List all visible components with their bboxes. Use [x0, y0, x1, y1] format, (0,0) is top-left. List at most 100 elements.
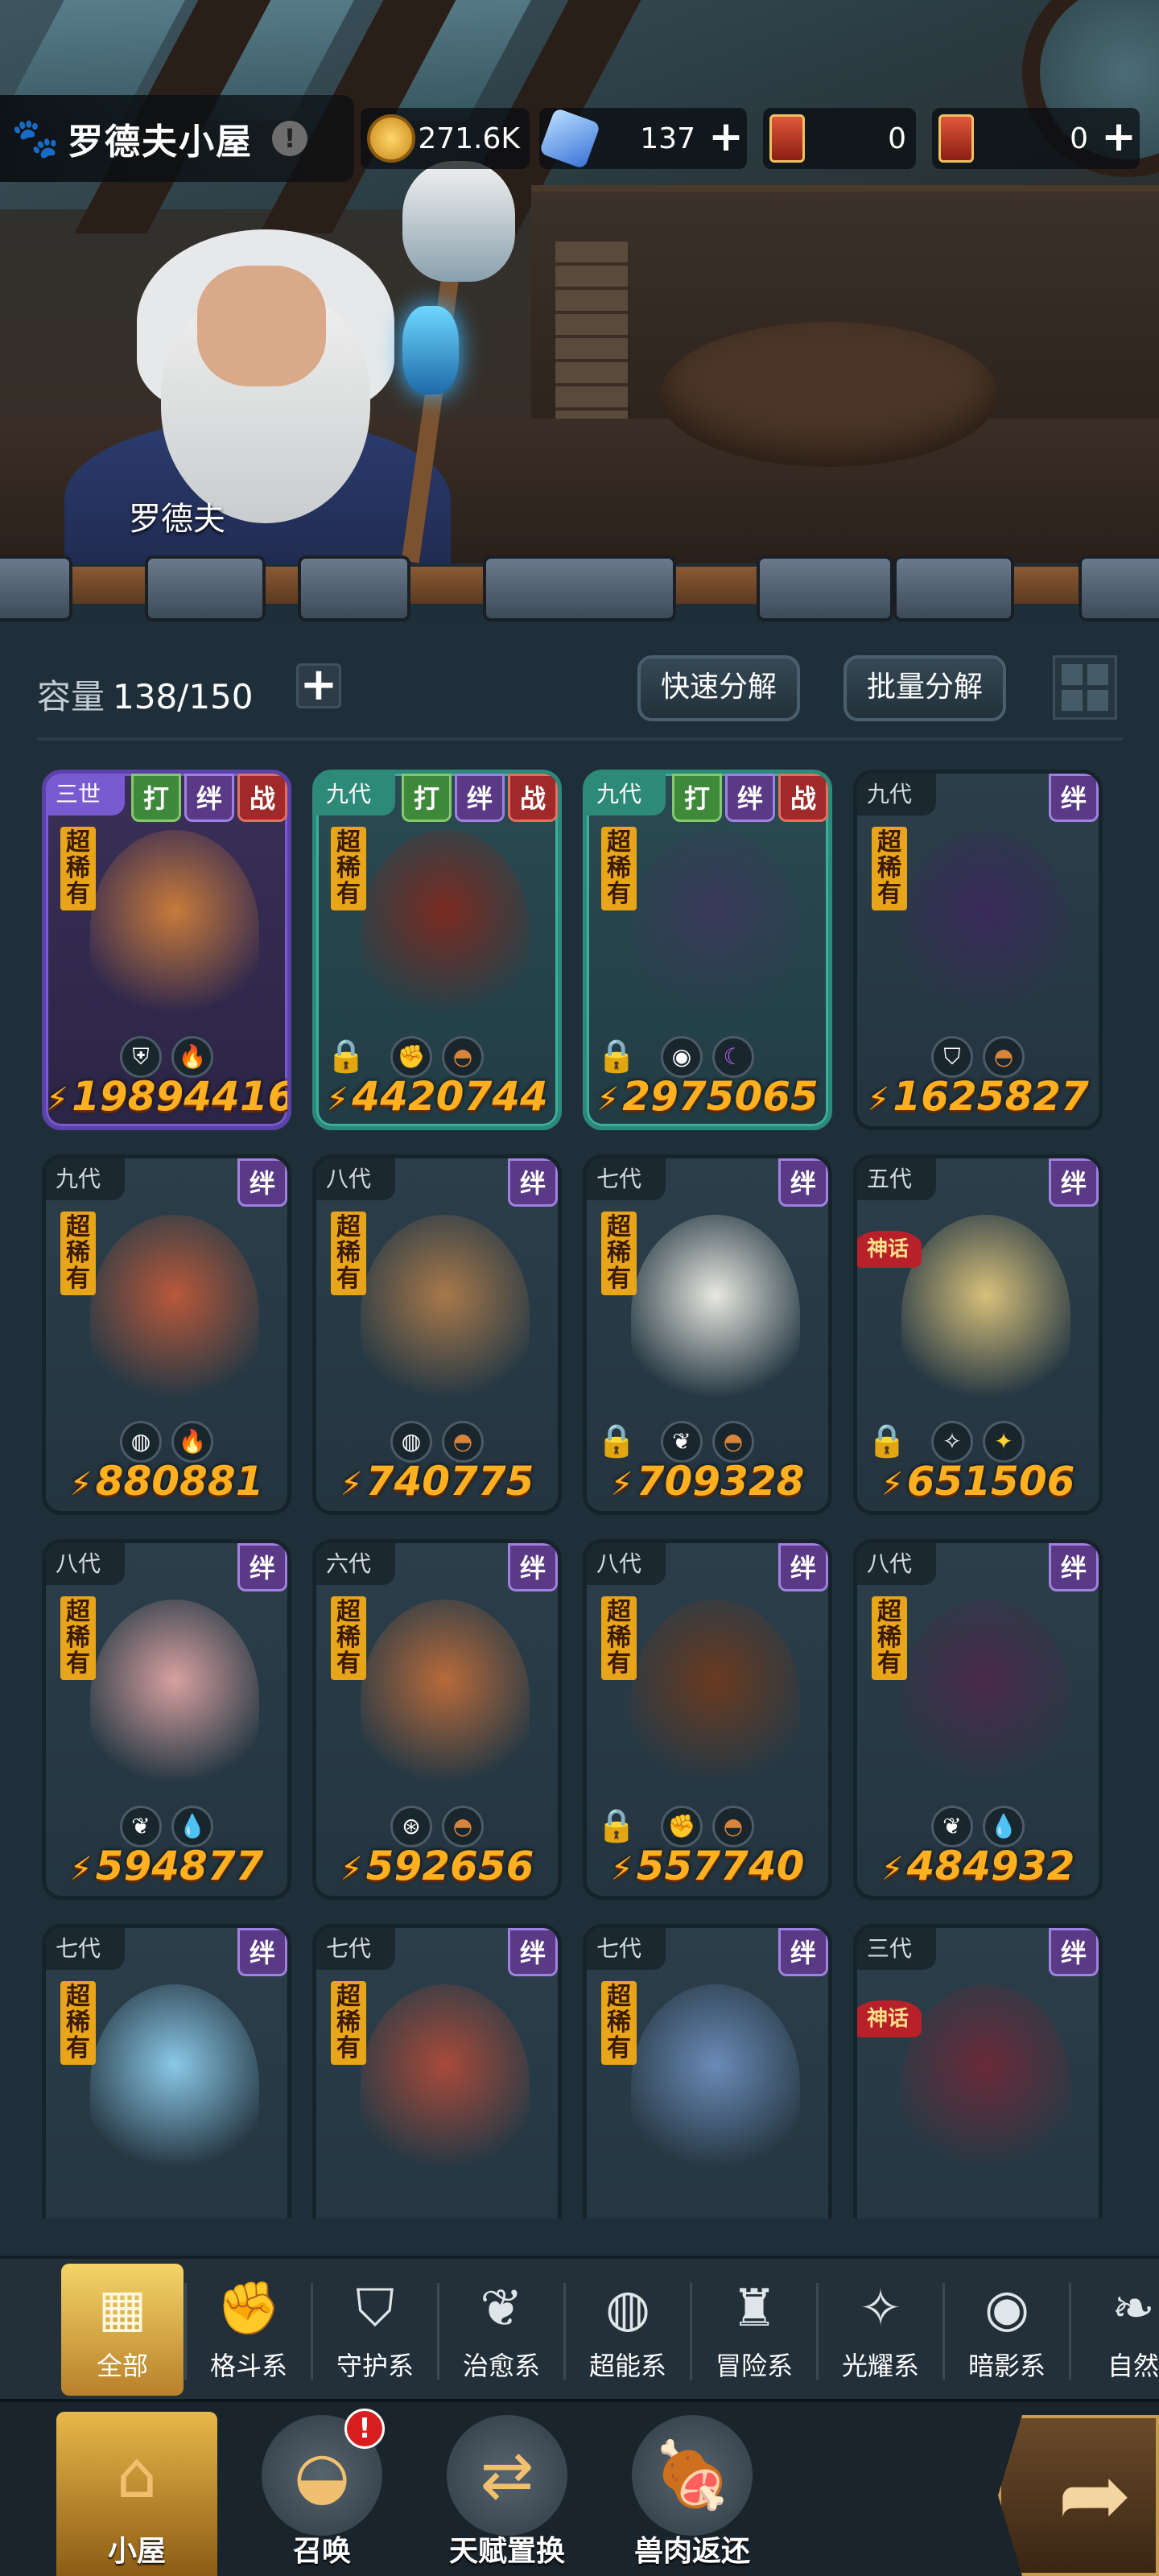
generation-label: 九代 — [587, 774, 666, 815]
attribute-icons: ❦ 💧 — [46, 1806, 287, 1847]
nav-button[interactable]: 🍖 兽肉返还 — [612, 2412, 773, 2576]
nav-button[interactable]: ⌂ 小屋 — [56, 2412, 217, 2576]
tag-group: 绊 — [505, 1928, 558, 1976]
pet-card[interactable]: 八代绊超稀有 ❦ 💧 ⚡594877 — [42, 1539, 291, 1900]
pet-card[interactable]: 九代绊超稀有 ⛉ ◓ ⚡1625827 — [853, 770, 1103, 1130]
generation-label: 七代 — [316, 1928, 395, 1970]
generation-label: 九代 — [857, 774, 936, 815]
rarity-badge: 超稀有 — [331, 1212, 366, 1295]
pet-portrait — [90, 830, 259, 1031]
filter-tab[interactable]: ❧ 自然 — [1072, 2264, 1159, 2396]
guardian-icon: ⛨ — [120, 1036, 162, 1078]
attribute-icons: ⛨ 🔥 — [46, 1036, 287, 1078]
power-value: ⚡740775 — [316, 1458, 558, 1505]
power-number: 2975065 — [622, 1073, 819, 1120]
light-icon: ✧ — [931, 1421, 973, 1463]
trait-tag: 绊 — [508, 1158, 558, 1207]
meat-icon: 🍖 — [632, 2415, 753, 2536]
trait-tag: 战 — [508, 774, 558, 822]
stone-block — [757, 555, 893, 621]
pet-portrait — [631, 1600, 800, 1801]
capacity-label: 容量 138/150 — [37, 677, 254, 716]
filter-tab[interactable]: ⛉ 守护系 — [314, 2264, 436, 2396]
pet-card[interactable]: 七代绊超稀有 🔒 ❦ ◓ ⚡709328 — [583, 1154, 832, 1515]
tag-group: 绊 — [775, 1158, 828, 1207]
rarity-badge: 超稀有 — [872, 827, 907, 910]
generation-label: 七代 — [587, 1928, 666, 1970]
generation-label: 六代 — [316, 1543, 395, 1585]
fire-icon: 🔥 — [171, 1036, 213, 1078]
power-number: 709328 — [636, 1458, 805, 1505]
gem-counter: 137 + — [538, 107, 747, 170]
expand-capacity-button[interactable]: + — [296, 663, 341, 708]
notification-badge: ! — [344, 2409, 385, 2449]
power-value: ⚡594877 — [46, 1843, 287, 1889]
filter-tab[interactable]: ♜ 冒险系 — [693, 2264, 815, 2396]
pet-card[interactable]: 五代绊神话 🔒 ✧ ✦ ⚡651506 — [853, 1154, 1103, 1515]
summon-ticket-icon — [769, 114, 805, 163]
pet-card[interactable]: 九代绊超稀有 ◍ 🔥 ⚡880881 — [42, 1154, 291, 1515]
tag-group: 绊 — [1046, 1158, 1099, 1207]
pet-card[interactable]: 七代 绊超稀有 — [42, 1924, 291, 2219]
pet-card[interactable]: 三代 绊神话 — [853, 1924, 1103, 2219]
filter-tab[interactable]: ◉ 暗影系 — [946, 2264, 1068, 2396]
power-value: ⚡1625827 — [857, 1073, 1099, 1120]
add-scroll-button[interactable]: + — [1098, 116, 1140, 159]
trait-tag: 打 — [672, 774, 722, 822]
pet-card[interactable]: 九代打绊战超稀有 🔒 ✊ ◓ ⚡4420744 — [312, 770, 562, 1130]
capacity-bar: 容量 138/150 + 快速分解 批量分解 — [0, 625, 1159, 745]
filter-tab-label: 格斗系 — [209, 2351, 287, 2381]
rarity-badge: 超稀有 — [60, 1981, 96, 2065]
guard-icon: ⊛ — [390, 1806, 432, 1847]
filter-tab[interactable]: ✧ 光耀系 — [819, 2264, 942, 2396]
pet-card[interactable]: 三世打绊战超稀有 ⛨ 🔥 ⚡19894416 — [42, 770, 291, 1130]
tag-group: 打绊战 — [128, 774, 287, 822]
pet-card[interactable]: 六代绊超稀有 ⊛ ◓ ⚡592656 — [312, 1539, 562, 1900]
filter-tab[interactable]: ▦ 全部 — [61, 2264, 184, 2396]
grid-view-icon[interactable] — [1053, 655, 1117, 720]
trait-tag: 绊 — [725, 774, 775, 822]
filter-tab-label: 光耀系 — [841, 2351, 919, 2381]
power-number: 651506 — [906, 1458, 1075, 1505]
power-icon: ⚡ — [326, 1081, 349, 1118]
generation-label: 五代 — [857, 1158, 936, 1200]
pet-portrait — [361, 1215, 530, 1416]
nav-button[interactable]: ◒ 召唤! — [241, 2409, 402, 2576]
filter-tab[interactable]: ◍ 超能系 — [567, 2264, 689, 2396]
stone-block — [483, 555, 676, 621]
arrow-icon: ➦ — [1058, 2443, 1132, 2546]
leaf-icon: ❦ — [661, 1421, 703, 1463]
water-icon: 💧 — [171, 1806, 213, 1847]
filter-tab[interactable]: ❦ 治愈系 — [440, 2264, 563, 2396]
trait-tag: 战 — [778, 774, 828, 822]
filter-tab[interactable]: ✊ 格斗系 — [188, 2264, 310, 2396]
psychic-icon: ◍ — [120, 1421, 162, 1463]
generation-label: 八代 — [46, 1543, 125, 1585]
pet-card[interactable]: 八代绊超稀有 ❦ 💧 ⚡484932 — [853, 1539, 1103, 1900]
next-arrow-button[interactable]: ➦ — [998, 2415, 1159, 2576]
bottom-nav: ⌂ 小屋 ◒ 召唤! ⇄ 天赋置换 🍖 兽肉返还 — [0, 2399, 1159, 2576]
pet-card[interactable]: 七代 绊超稀有 — [312, 1924, 562, 2219]
tag-group: 绊 — [775, 1928, 828, 1976]
npc-name[interactable]: 罗德夫 — [129, 493, 225, 539]
pet-card[interactable]: 九代打绊战超稀有 🔒 ◉ ☾ ⚡2975065 — [583, 770, 832, 1130]
add-gem-button[interactable]: + — [705, 116, 747, 159]
ticket-counter: 0 — [763, 108, 916, 169]
power-icon: ⚡ — [46, 1081, 69, 1118]
info-icon[interactable]: ! — [272, 121, 307, 156]
batch-dismantle-button[interactable]: 批量分解 — [843, 655, 1006, 721]
book-stack — [555, 242, 628, 427]
filter-tab-label: 暗影系 — [967, 2351, 1046, 2381]
leaf-icon: ❦ — [120, 1806, 162, 1847]
nav-button[interactable]: ⇄ 天赋置换 — [427, 2412, 588, 2576]
light-icon: ✧ — [859, 2279, 902, 2339]
pet-card[interactable]: 七代 绊超稀有 — [583, 1924, 832, 2219]
power-number: 1625827 — [893, 1073, 1089, 1120]
pet-card[interactable]: 八代绊超稀有 ◍ ◓ ⚡740775 — [312, 1154, 562, 1515]
tag-group: 绊 — [234, 1928, 287, 1976]
hero-scene: 罗德夫 — [0, 0, 1159, 564]
quick-dismantle-button[interactable]: 快速分解 — [637, 655, 800, 721]
trait-tag: 打 — [131, 774, 181, 822]
pet-card[interactable]: 八代绊超稀有 🔒 ✊ ◓ ⚡557740 — [583, 1539, 832, 1900]
pet-portrait — [631, 1215, 800, 1416]
